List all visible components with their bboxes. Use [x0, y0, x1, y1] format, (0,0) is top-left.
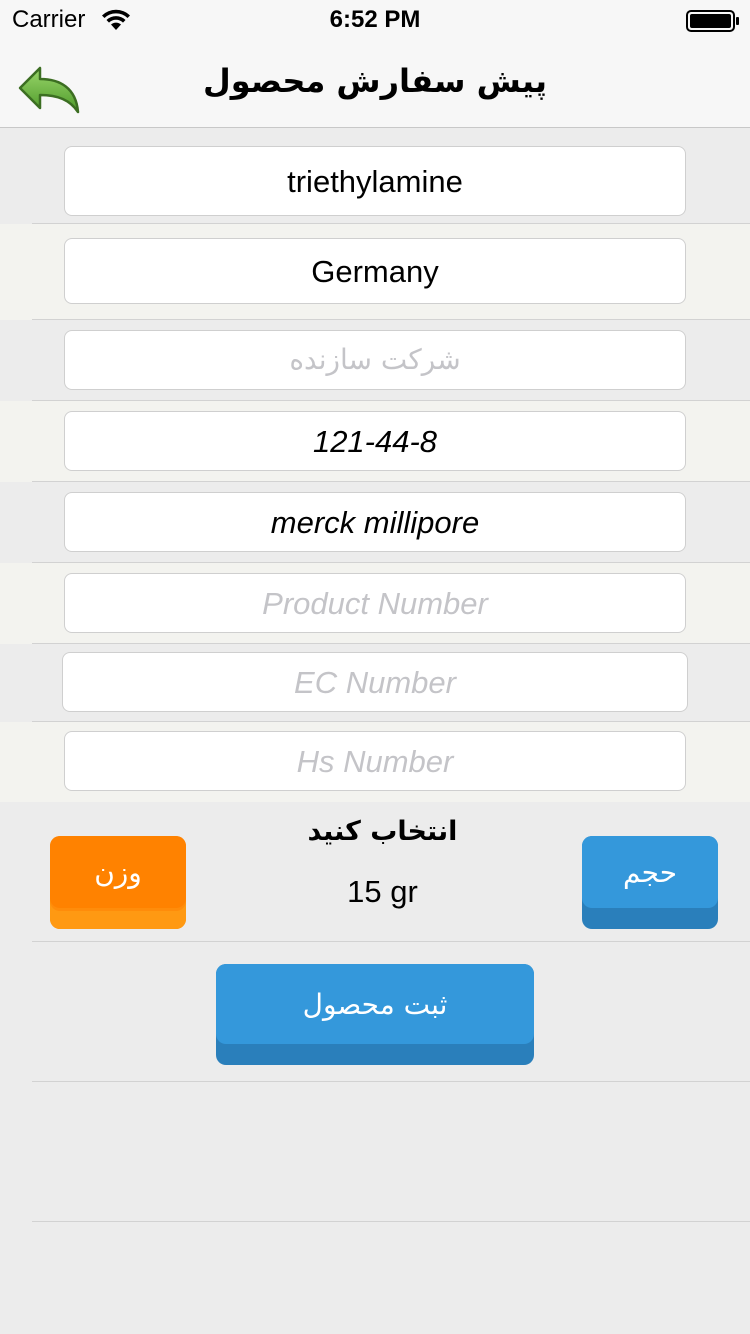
- status-bar: Carrier 6:52 PM: [0, 0, 750, 40]
- divider: [32, 941, 750, 942]
- cas-number-field[interactable]: 121-44-8: [64, 411, 686, 471]
- manufacturer-field[interactable]: شرکت سازنده: [64, 330, 686, 390]
- row-product-name: triethylamine: [0, 128, 750, 224]
- row-hs-number: Hs Number: [0, 722, 750, 803]
- divider: [32, 1081, 750, 1082]
- brand-field[interactable]: merck millipore: [64, 492, 686, 552]
- battery-icon: [686, 10, 739, 32]
- row-product-number: Product Number: [0, 563, 750, 644]
- hs-number-field[interactable]: Hs Number: [64, 731, 686, 791]
- unit-selection-area: انتخاب کنید 15 gr وزن حجم: [0, 802, 750, 942]
- row-ec-number: EC Number: [0, 644, 750, 722]
- ec-number-field[interactable]: EC Number: [62, 652, 688, 712]
- country-field[interactable]: Germany: [64, 238, 686, 304]
- row-brand: merck millipore: [0, 482, 750, 563]
- volume-button-label: حجم: [582, 836, 718, 908]
- product-number-field[interactable]: Product Number: [64, 573, 686, 633]
- submit-product-button[interactable]: ثبت محصول: [216, 964, 534, 1065]
- divider: [32, 1221, 750, 1222]
- submit-product-label: ثبت محصول: [216, 964, 534, 1044]
- nav-bar: پیش سفارش محصول: [0, 40, 750, 128]
- weight-button[interactable]: وزن: [50, 836, 186, 929]
- weight-button-label: وزن: [50, 836, 186, 908]
- row-manufacturer: شرکت سازنده: [0, 320, 750, 401]
- volume-button[interactable]: حجم: [582, 836, 718, 929]
- row-cas-number: 121-44-8: [0, 401, 750, 482]
- page-title: پیش سفارش محصول: [203, 62, 547, 100]
- row-country: Germany: [0, 224, 750, 320]
- status-time: 6:52 PM: [329, 6, 421, 33]
- product-name-field[interactable]: triethylamine: [64, 146, 686, 216]
